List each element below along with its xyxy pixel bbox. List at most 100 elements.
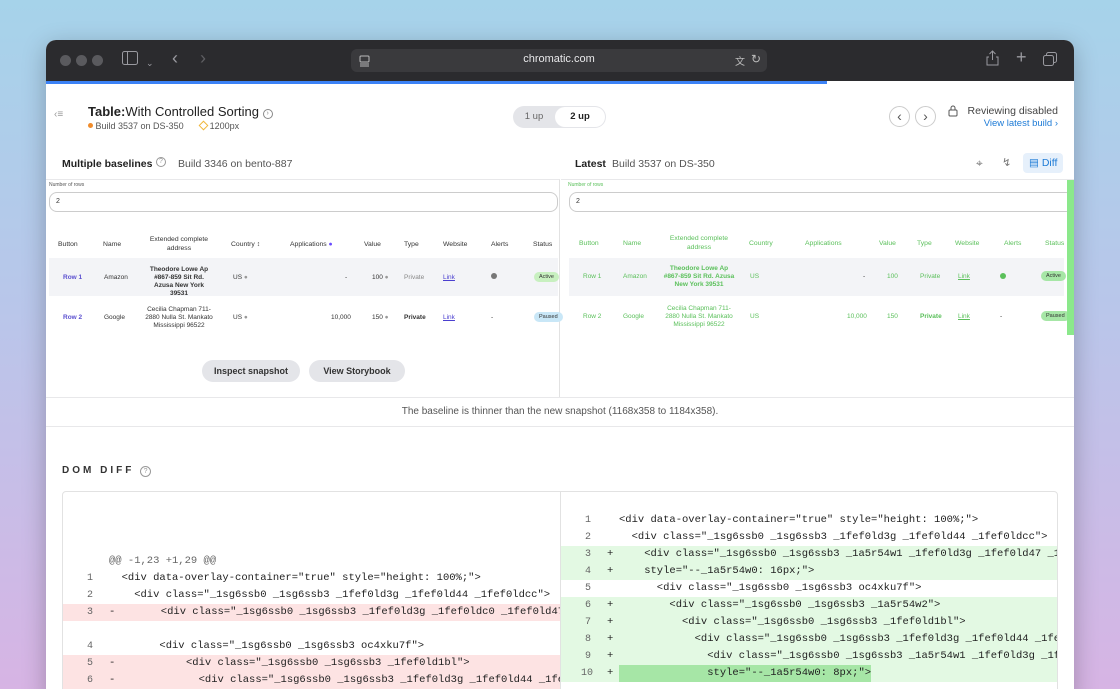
sidebar-icon[interactable] [122, 51, 138, 69]
diff-line: 2 <div class="_1sg6ssb0 _1sg6ssb3 _1fef0… [87, 589, 551, 601]
diff-line: 5 <div class="_1sg6ssb0 _1sg6ssb3 oc4xku… [585, 582, 922, 594]
diff-line-removed: 3- <div class="_1sg6ssb0 _1sg6ssb3 _1fef… [63, 604, 560, 621]
cell-country: US [750, 273, 760, 280]
chevron-down-icon[interactable]: ⌄ [146, 54, 154, 72]
cell-name: Google [623, 313, 644, 320]
dom-diff-viewer[interactable]: @@ -1,23 +1,29 @@ 1 <div data-overlay-co… [62, 491, 1058, 689]
header-country[interactable]: Country ↕ [231, 240, 260, 249]
previous-story-button[interactable]: ‹ [889, 106, 910, 127]
cell-value: 150 ● [372, 314, 389, 321]
back-icon[interactable]: ‹ [172, 49, 178, 67]
reload-icon[interactable]: ↻ [751, 52, 761, 66]
cell-applications: 10,000 [331, 314, 351, 321]
inspect-snapshot-button[interactable]: Inspect snapshot [202, 360, 300, 382]
header-applications[interactable]: Applications [805, 239, 842, 248]
address-bar[interactable]: chromatic.com 文 ↻ [351, 49, 767, 72]
diff-line: 1 <div data-overlay-container="true" sty… [87, 572, 481, 584]
diff-toggle-button[interactable]: ▤ Diff [1023, 153, 1064, 173]
header-status[interactable]: Status [1045, 239, 1064, 248]
header-alerts[interactable]: Alerts [1004, 239, 1021, 248]
cell-alerts: - [1000, 313, 1003, 320]
size-change-note: The baseline is thinner than the new sna… [46, 397, 1074, 427]
header-country[interactable]: Country [749, 239, 773, 248]
cell-country: US ● [233, 314, 248, 321]
new-tab-icon[interactable]: + [1016, 48, 1027, 66]
website-link[interactable]: Link [958, 313, 970, 321]
viewport-icon [198, 120, 209, 131]
row-button[interactable]: Row 1 [583, 273, 601, 281]
row-button[interactable]: Row 2 [63, 314, 82, 322]
header-name[interactable]: Name [623, 239, 641, 248]
share-icon[interactable] [986, 50, 999, 70]
cell-value: 150 [887, 313, 898, 320]
header-type[interactable]: Type [917, 239, 932, 248]
page-header: ‹≡ Table:With Controlled Sorting › Build… [46, 84, 1074, 131]
diff-right-pane: 1 <div data-overlay-container="true" styl… [561, 492, 1057, 689]
cell-applications: 10,000 [847, 313, 867, 320]
header-status[interactable]: Status [533, 240, 552, 249]
view-storybook-button[interactable]: View Storybook [309, 360, 405, 382]
table-row[interactable]: Row 2 Google Cecilia Chapman 711-2880 Nu… [569, 298, 1070, 336]
rows-label: Number of rows [568, 182, 604, 188]
header-type[interactable]: Type [404, 240, 419, 249]
next-story-button[interactable]: › [915, 106, 936, 127]
translate-icon[interactable]: 文 [735, 53, 745, 68]
collapse-sidebar-icon[interactable]: ‹≡ [54, 109, 63, 120]
latest-snapshot[interactable]: Number of rows 2 Button Name Extended co… [561, 179, 1074, 397]
website-link[interactable]: Link [443, 314, 455, 322]
rows-input[interactable]: 2 [49, 192, 558, 212]
header-address[interactable]: Extended complete address [661, 234, 737, 252]
strobe-icon[interactable]: ↯ [1002, 156, 1011, 169]
url-text: chromatic.com [523, 53, 595, 65]
status-badge: Active [534, 272, 559, 282]
header-button[interactable]: Button [579, 239, 599, 248]
header-name[interactable]: Name [103, 240, 121, 249]
close-window-button[interactable] [60, 55, 71, 66]
baseline-snapshot[interactable]: Number of rows 2 Button Name Extended co… [46, 179, 563, 397]
table-row[interactable]: Row 1 Amazon Theodore Lowe Ap #867-859 S… [49, 258, 559, 297]
diff-line-added: 10 + style="--_1a5r54w0: 8px;"> [561, 665, 1057, 682]
header-button[interactable]: Button [58, 240, 78, 249]
diff-line-removed: 5- <div class="_1sg6ssb0 _1sg6ssb3 _1fef… [63, 655, 560, 672]
website-link[interactable]: Link [443, 274, 455, 282]
diff-line-added: 7 + <div class="_1sg6ssb0 _1sg6ssb3 _1fef… [561, 614, 1057, 631]
diff-icon: ▤ [1029, 157, 1039, 169]
zoom-window-button[interactable] [92, 55, 103, 66]
row-button[interactable]: Row 2 [583, 313, 601, 321]
row-button[interactable]: Row 1 [63, 274, 82, 282]
header-applications[interactable]: Applications ● [290, 240, 333, 249]
help-icon[interactable]: ? [156, 157, 166, 167]
header-address[interactable]: Extended complete address [143, 235, 215, 253]
website-link[interactable]: Link [958, 273, 970, 281]
cell-alerts: - [491, 314, 494, 321]
one-up-button[interactable]: 1 up [513, 106, 555, 128]
header-value[interactable]: Value [879, 239, 896, 248]
diff-left-pane: @@ -1,23 +1,29 @@ 1 <div data-overlay-co… [63, 492, 561, 689]
header-value[interactable]: Value [364, 240, 381, 249]
minimize-window-button[interactable] [76, 55, 87, 66]
browser-toolbar: ⌄ ‹ › chromatic.com 文 ↻ + [46, 40, 1074, 81]
header-website[interactable]: Website [443, 240, 467, 249]
two-up-button[interactable]: 2 up [555, 107, 605, 127]
diff-line-removed: 6- <div class="_1sg6ssb0 _1sg6ssb3 _1fef… [63, 672, 560, 689]
latest-title: Latest [575, 158, 606, 170]
diff-line: 1 <div data-overlay-container="true" styl… [585, 514, 979, 526]
tab-overview-icon[interactable] [1043, 52, 1057, 70]
rows-input[interactable]: 2 [569, 192, 1074, 212]
diff-line: 2 <div class="_1sg6ssb0 _1sg6ssb3 _1fef0… [585, 531, 1048, 543]
table-row[interactable]: Row 1 Amazon Theodore Lowe Ap #867-859 S… [569, 258, 1066, 296]
diff-line-added: 9 + <div class="_1sg6ssb0 _1sg6ssb3 _1a5r… [561, 648, 1057, 665]
info-arrow-icon[interactable]: › [262, 109, 273, 119]
forward-icon[interactable]: › [200, 49, 206, 67]
diff-line-added: 8 + <div class="_1sg6ssb0 _1sg6ssb3 _1fef… [561, 631, 1057, 648]
baseline-build: Build 3346 on bento-887 [178, 158, 293, 170]
build-meta: Build 3537 on DS-350 1200px [88, 120, 239, 131]
header-website[interactable]: Website [955, 239, 979, 248]
focus-target-icon[interactable]: ⌖ [976, 156, 983, 171]
build-label: Build 3537 on DS-350 [95, 121, 184, 131]
view-latest-build-link[interactable]: View latest build › [984, 118, 1058, 129]
help-icon[interactable]: ? [140, 466, 152, 477]
header-alerts[interactable]: Alerts [491, 240, 508, 249]
table-row[interactable]: Row 2 Google Cecilia Chapman 711-2880 Nu… [49, 298, 563, 336]
cell-address: Theodore Lowe Ap #867-859 Sit Rd. Azusa … [663, 265, 735, 288]
